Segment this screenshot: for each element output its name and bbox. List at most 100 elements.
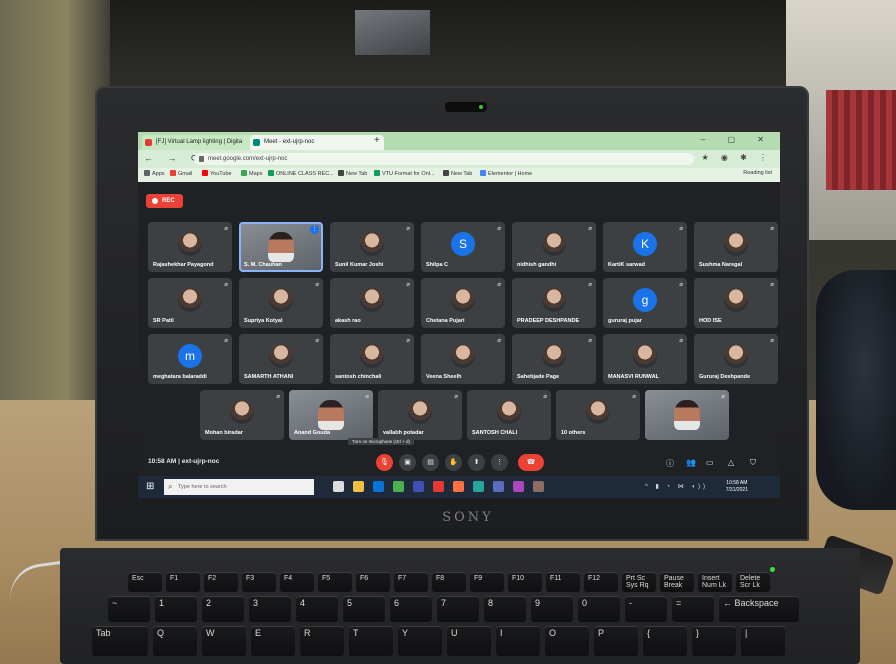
bookmark-maps[interactable]: Maps (241, 170, 262, 177)
participant-tile[interactable]: m ⌀ meghatara balaraddi (148, 334, 232, 384)
participant-tile[interactable]: ⌀ Sahebjade Page (512, 334, 596, 384)
present-button[interactable]: ⬆ (468, 454, 485, 471)
bookmark-elementor[interactable]: Elementor | Home (480, 170, 532, 177)
window-controls[interactable]: – ▢ ✕ (701, 135, 774, 144)
address-bar[interactable]: meet.google.com/ext-ujrp-noc (194, 153, 694, 165)
power-led-icon (770, 567, 775, 572)
app-icon[interactable] (433, 481, 444, 492)
app-icon[interactable] (513, 481, 524, 492)
host-controls-icon[interactable]: ⛉ (750, 458, 756, 468)
participant-video (318, 400, 344, 430)
participant-tile[interactable]: ⌀ vallabh potadar (378, 390, 462, 440)
activities-icon[interactable]: △ (728, 458, 734, 467)
store-icon[interactable] (413, 481, 424, 492)
task-view-icon[interactable] (333, 481, 344, 492)
wall-left (0, 0, 110, 420)
maps-icon (241, 170, 247, 176)
bookmark-youtube[interactable]: YouTube (202, 170, 232, 177)
participant-tile[interactable]: ⌀ Anand Gouda (289, 390, 373, 440)
taskbar-clock[interactable]: 10:58 AM 7/31/2021 (726, 480, 748, 494)
webcam-icon (445, 102, 487, 112)
participant-tile[interactable]: ⌀ SAMARTH ATHANI (239, 334, 323, 384)
avatar (178, 232, 202, 256)
more-options-button[interactable]: ⋮ (491, 454, 508, 471)
bag (816, 270, 896, 510)
raise-hand-button[interactable]: ✋ (445, 454, 462, 471)
participant-tile[interactable]: ⌀ Sunil Kumar Joshi (330, 222, 414, 272)
info-icon[interactable]: ⓘ (666, 458, 674, 469)
chrome-icon[interactable] (393, 481, 404, 492)
participant-tile[interactable]: g ⌀ gururaj pujar (603, 278, 687, 328)
bookmark-gmail[interactable]: Gmail (170, 170, 192, 177)
youtube-icon (145, 139, 152, 146)
bookmark-online-class[interactable]: ONLINE CLASS REC... (268, 170, 334, 177)
tab-meet[interactable]: Meet - ext-ujrp-noc (250, 135, 384, 150)
participant-tile[interactable]: ⌀ Chetana Pujari (421, 278, 505, 328)
participant-tile[interactable]: ⌀ PRADEEP DESHPANDE (512, 278, 596, 328)
reading-list[interactable]: Reading list (743, 170, 772, 176)
avatar (497, 400, 521, 424)
tab-label: [FJ] Virtual Lamp lighting | Digita (156, 139, 243, 145)
meeting-time: 10:58 AM (148, 458, 177, 465)
mic-muted-icon: ⌀ (679, 226, 683, 232)
participant-tile[interactable]: ⌀ SANTOSH CHALI (467, 390, 551, 440)
mic-muted-icon: ⌀ (497, 282, 501, 288)
app-icon[interactable] (533, 481, 544, 492)
participant-tile[interactable]: ⌀ nidhish gandhi (512, 222, 596, 272)
camera-button[interactable]: ▣ (399, 454, 416, 471)
sheets-icon (268, 170, 274, 176)
participant-tile[interactable]: K ⌀ KartiK sarwad (603, 222, 687, 272)
red-curtain (826, 90, 896, 190)
participant-tile[interactable]: ⋮ S. M. Chauhan (239, 222, 323, 272)
bookmark-apps[interactable]: Apps (144, 170, 165, 177)
mic-muted-icon: ⌀ (497, 226, 501, 232)
mic-off-button[interactable]: 🎙 (376, 454, 393, 471)
participant-tile[interactable]: ⌀ Supriya Kotyal (239, 278, 323, 328)
recording-badge: REC (146, 194, 183, 208)
new-tab-icon[interactable]: + (374, 135, 380, 146)
participant-tile[interactable]: ⌀ (645, 390, 729, 440)
file-explorer-icon[interactable] (353, 481, 364, 492)
wall-background (110, 0, 896, 90)
participant-name: Veena Sheelh (426, 374, 462, 380)
participant-name: Gururaj Deshpande (699, 374, 751, 380)
captions-button[interactable]: ▤ (422, 454, 439, 471)
mic-muted-icon: ⌀ (497, 338, 501, 344)
participant-name: Sushma Naregal (699, 262, 743, 268)
participant-tile[interactable]: ⌀ Veena Sheelh (421, 334, 505, 384)
participant-tile[interactable]: ⌀ Mohan biradar (200, 390, 284, 440)
participant-tile[interactable]: ⌀ MANASVI RUNWAL (603, 334, 687, 384)
tab-virtual-lamp[interactable]: [FJ] Virtual Lamp lighting | Digita (142, 135, 262, 150)
app-icon[interactable] (453, 481, 464, 492)
participant-tile[interactable]: ⌀ SR Patil (148, 278, 232, 328)
participant-tile[interactable]: S ⌀ Shilpa C (421, 222, 505, 272)
participant-name: nidhish gandhi (517, 262, 557, 268)
chat-icon[interactable]: ▭ (706, 458, 714, 467)
participant-tile[interactable]: ⌀ Sushma Naregal (694, 222, 778, 272)
bookmark-vtu-format[interactable]: VTU Format for Onl... (374, 170, 435, 177)
avatar (542, 232, 566, 256)
app-icon[interactable] (473, 481, 484, 492)
windows-start-icon[interactable]: ⊞ (146, 481, 154, 492)
bookmark-new-tab-2[interactable]: New Tab (443, 170, 472, 177)
system-tray-icons[interactable]: ^ ▮ ◔ ⋈ ◖)) (645, 483, 708, 490)
app-icon[interactable] (493, 481, 504, 492)
bookmark-new-tab[interactable]: New Tab (338, 170, 367, 177)
participant-tile[interactable]: ⌀ santosh chinchali (330, 334, 414, 384)
people-icon[interactable]: 👥 (686, 458, 696, 467)
participant-name: meghatara balaraddi (153, 374, 207, 380)
edge-icon[interactable] (373, 481, 384, 492)
participant-tile[interactable]: ⌀ Rajashekhar Payagond (148, 222, 232, 272)
participant-tile[interactable]: ⌀ HOD ISE (694, 278, 778, 328)
end-call-button[interactable]: ☎ (518, 454, 544, 471)
participant-tile[interactable]: ⌀ 10 others (556, 390, 640, 440)
extension-icons[interactable]: ★ ◉ ✱ ⋮ (701, 153, 772, 162)
avatar (178, 288, 202, 312)
mic-muted-icon: ⌀ (770, 282, 774, 288)
participant-tile[interactable]: ⌀ Gururaj Deshpande (694, 334, 778, 384)
participant-name: santosh chinchali (335, 374, 382, 380)
participant-name: HOD ISE (699, 318, 722, 324)
taskbar-search-input[interactable]: Type here to search (164, 479, 314, 495)
participant-name: PRADEEP DESHPANDE (517, 318, 580, 324)
participant-tile[interactable]: ⌀ akash rao (330, 278, 414, 328)
